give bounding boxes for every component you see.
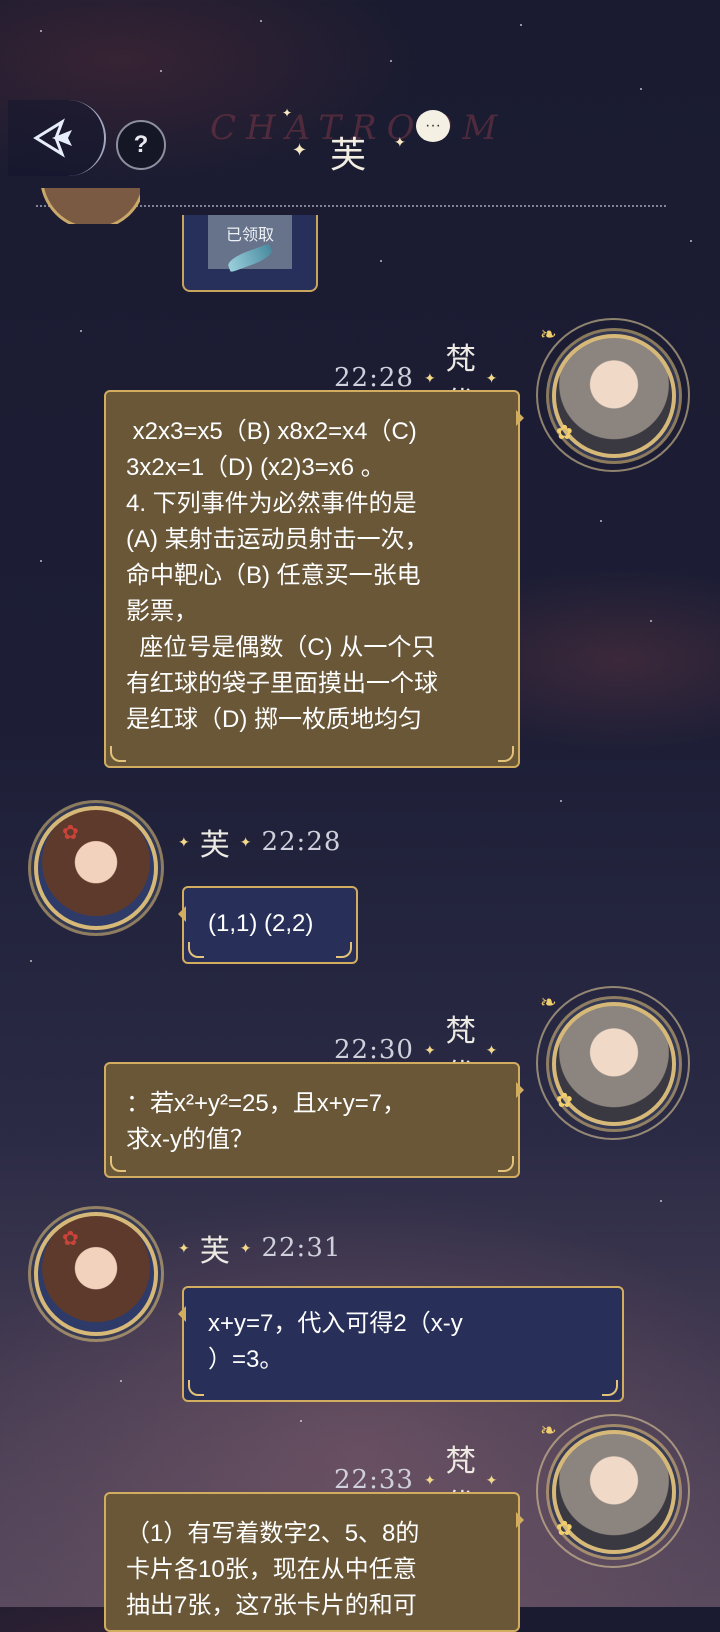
back-button[interactable]: [8, 100, 106, 176]
message-line: 有红球的袋子里面摸出一个球: [126, 670, 438, 697]
message-line: 命中靶心（B) 任意买一张电: [126, 562, 421, 589]
rose-hair-icon: ✿: [62, 822, 79, 844]
message-line: 影票，: [126, 598, 198, 625]
feather-icon: [225, 243, 275, 273]
message-line: 卡片各10张，现在从中任意: [126, 1556, 417, 1583]
message-bubble[interactable]: x2x3=x5（B) x8x2=x4（C) 3x2x=1（D) (x2)3=x6…: [104, 390, 524, 768]
message-line: ：若x²+y²=25，且x+y=7，: [126, 1090, 407, 1117]
message-line: (1,1) (2,2): [208, 910, 314, 937]
dot-separator: ✦: [239, 1239, 252, 1256]
message-bubble[interactable]: （1）有写着数字2、5、8的 卡片各10张，现在从中任意 抽出7张，这7张卡片的…: [104, 1492, 524, 1632]
rose-ornament-icon: ✿: [556, 1518, 573, 1540]
message-bubble[interactable]: (1,1) (2,2): [178, 886, 358, 964]
message-line: 座位号是偶数（C) 从一个只: [126, 634, 436, 661]
dot-separator: ✦: [178, 833, 190, 850]
dot-separator: ✦: [178, 1239, 190, 1256]
message-bubble[interactable]: ：若x²+y²=25，且x+y=7， 求x-y的值？: [104, 1062, 524, 1178]
page-title: 芙: [330, 135, 367, 176]
avatar-partial: [40, 188, 140, 224]
dot-separator: ✦: [485, 1471, 498, 1488]
message-line: 4. 下列事件为必然事件的是: [126, 490, 417, 517]
sender-name: 芙: [199, 1234, 230, 1269]
speech-bubble-icon: ···: [416, 110, 450, 142]
gift-status-label: 已领取: [225, 225, 274, 244]
gift-card[interactable]: 已领取: [182, 215, 318, 292]
message-time: 22:33: [334, 1465, 414, 1495]
sparkle-icon: ✦: [292, 140, 308, 160]
message-time: 22:30: [334, 1035, 414, 1065]
message-time: 22:28: [334, 363, 414, 393]
message-line: (A) 某射击运动员射击一次，: [126, 526, 429, 553]
message-time: 22:28: [261, 827, 342, 857]
message-line: 3x2x=1（D) (x2)3=x6 。: [126, 454, 385, 481]
dot-separator: ✦: [485, 1041, 498, 1058]
message-line: 求x-y的值？: [126, 1126, 254, 1153]
rose-ornament-icon: ✿: [556, 422, 573, 444]
message-line: 抽出7张，这7张卡片的和可: [126, 1592, 417, 1619]
rose-hair-icon: ✿: [62, 1228, 79, 1250]
sender-name: 芙: [199, 828, 230, 863]
dot-separator: ✦: [423, 1471, 436, 1488]
help-button[interactable]: ?: [116, 120, 166, 170]
wing-ornament-icon: ❧: [540, 1420, 557, 1442]
message-time: 22:31: [261, 1233, 342, 1263]
gift-image: 已领取: [208, 215, 292, 273]
message-meta: ✦ 芙 ✦ 22:31: [178, 1226, 341, 1270]
message-meta: ✦ 芙 ✦ 22:28: [178, 820, 341, 864]
message-line: ）=3。: [208, 1346, 284, 1373]
message-bubble[interactable]: x+y=7，代入可得2（x-y ）=3。: [178, 1286, 624, 1402]
message-line: x2x3=x5（B) x8x2=x4（C): [126, 418, 417, 445]
dot-separator: ✦: [423, 1041, 436, 1058]
message-line: （1）有写着数字2、5、8的: [126, 1520, 420, 1547]
dot-separator: ✦: [239, 833, 252, 850]
wing-ornament-icon: ❧: [540, 324, 557, 346]
chat-header: ? CHATROOM ✦ ✦ 芙 ✦ ···: [0, 0, 720, 215]
back-arrow-icon: [33, 118, 72, 158]
wing-ornament-icon: ❧: [540, 992, 557, 1014]
sparkle-icon: ✦: [394, 134, 406, 150]
dot-separator: ✦: [423, 369, 436, 386]
avatar[interactable]: [34, 1212, 158, 1336]
rose-ornament-icon: ✿: [556, 1090, 573, 1112]
dot-separator: ✦: [485, 369, 498, 386]
sparkle-icon: ✦: [282, 106, 293, 120]
message-line: x+y=7，代入可得2（x-y: [208, 1310, 463, 1337]
message-line: 是红球（D) 掷一枚质地均匀: [126, 706, 422, 733]
avatar[interactable]: [34, 806, 158, 930]
